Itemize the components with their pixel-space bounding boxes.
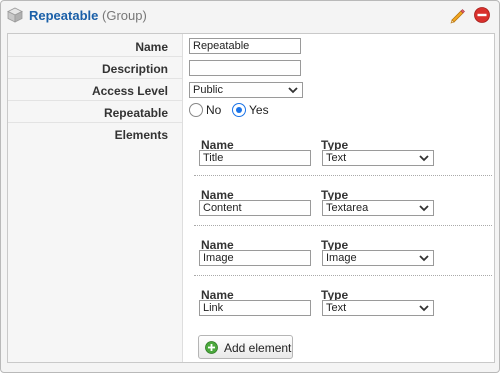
access-level-select[interactable]: Public bbox=[189, 82, 303, 98]
elements-label: Elements bbox=[114, 128, 168, 142]
label-column: Name Description Access Level Repeatable… bbox=[8, 34, 183, 362]
element-name-input[interactable]: Title bbox=[199, 150, 311, 166]
repeatable-yes-label[interactable]: Yes bbox=[249, 103, 269, 117]
group-form: Name Description Access Level Repeatable… bbox=[7, 33, 495, 363]
row-divider bbox=[8, 78, 182, 79]
access-level-value: Public bbox=[193, 84, 223, 96]
element-type-value: Text bbox=[326, 302, 347, 314]
element-divider bbox=[194, 275, 492, 276]
element-name-input[interactable]: Content bbox=[199, 200, 311, 216]
add-element-label: Add element bbox=[224, 341, 292, 355]
row-divider bbox=[8, 56, 182, 57]
group-name: Repeatable bbox=[29, 8, 99, 23]
element-type-select[interactable]: Textarea bbox=[322, 200, 434, 216]
element-type-select[interactable]: Image bbox=[322, 250, 434, 266]
pencil-icon[interactable] bbox=[448, 6, 466, 24]
group-panel: Repeatable (Group) Name Description Acce… bbox=[0, 0, 500, 373]
plus-icon bbox=[205, 341, 218, 354]
repeatable-yes-radio[interactable] bbox=[232, 103, 246, 117]
element-type-select[interactable]: Text bbox=[322, 300, 434, 316]
element-divider bbox=[194, 225, 492, 226]
element-type-value: Image bbox=[326, 252, 357, 264]
element-divider bbox=[194, 175, 492, 176]
chevron-down-icon bbox=[419, 305, 429, 312]
element-name-input[interactable]: Link bbox=[199, 300, 311, 316]
description-input[interactable] bbox=[189, 60, 301, 76]
cube-icon bbox=[7, 7, 23, 23]
row-divider bbox=[8, 122, 182, 123]
name-label: Name bbox=[135, 40, 168, 54]
chevron-down-icon bbox=[419, 255, 429, 262]
repeatable-no-radio[interactable] bbox=[189, 103, 203, 117]
description-label: Description bbox=[101, 62, 168, 76]
element-name-input[interactable]: Image bbox=[199, 250, 311, 266]
panel-title: Repeatable (Group) bbox=[29, 8, 147, 23]
add-element-button[interactable]: Add element bbox=[198, 335, 293, 359]
chevron-down-icon bbox=[419, 155, 429, 162]
element-type-value: Text bbox=[326, 152, 347, 164]
name-input[interactable]: Repeatable bbox=[189, 38, 301, 54]
panel-header: Repeatable (Group) bbox=[1, 1, 499, 31]
chevron-down-icon bbox=[288, 87, 298, 94]
element-type-select[interactable]: Text bbox=[322, 150, 434, 166]
row-divider bbox=[8, 100, 182, 101]
access-level-label: Access Level bbox=[91, 84, 168, 98]
delete-icon[interactable] bbox=[473, 6, 491, 24]
chevron-down-icon bbox=[419, 205, 429, 212]
group-kind: (Group) bbox=[102, 8, 147, 23]
repeatable-label: Repeatable bbox=[103, 106, 168, 120]
repeatable-no-label[interactable]: No bbox=[206, 103, 221, 117]
element-type-value: Textarea bbox=[326, 202, 369, 214]
